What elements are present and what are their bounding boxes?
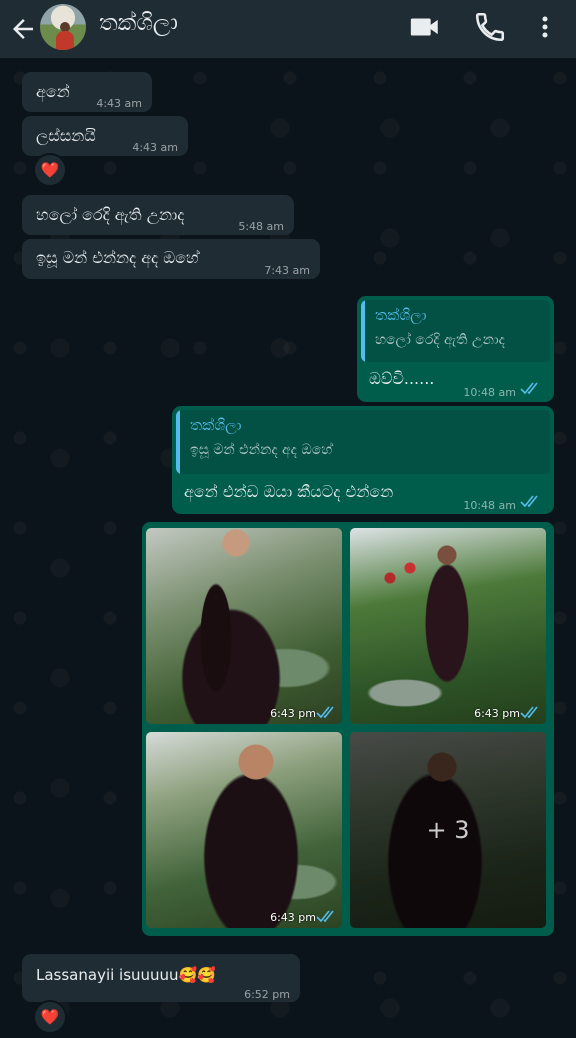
quoted-sender: තක්ශිලා bbox=[375, 306, 427, 324]
message-text: හලෝ රෙදි ඇති උනාද bbox=[36, 205, 185, 224]
message-text: ලස්සනයි bbox=[36, 126, 96, 145]
message-time: 6:52 pm bbox=[244, 988, 290, 1001]
photo-thumbnail-more[interactable]: + 3 bbox=[350, 732, 546, 928]
photo-thumbnail[interactable]: 6:43 pm bbox=[350, 528, 546, 724]
heart-icon: ❤️ bbox=[40, 161, 60, 179]
back-arrow-icon[interactable] bbox=[8, 14, 38, 44]
photo-thumbnail[interactable]: 6:43 pm bbox=[146, 528, 342, 724]
message-time: 5:48 am bbox=[238, 220, 284, 233]
message-outgoing[interactable]: තක්ශිලා ඉසූ මන් එන්නද අද ඔහේ අනේ එන්ඩ ඔය… bbox=[172, 406, 554, 514]
message-incoming[interactable]: ලස්සනයි 4:43 am bbox=[22, 116, 188, 156]
heart-reaction[interactable]: ❤️ bbox=[33, 153, 67, 187]
photo-time: 6:43 pm bbox=[270, 707, 316, 720]
more-options-icon[interactable] bbox=[530, 10, 564, 44]
contact-avatar[interactable] bbox=[40, 4, 86, 50]
message-time: 10:48 am bbox=[463, 499, 516, 512]
photo-time: 6:43 pm bbox=[474, 707, 520, 720]
read-ticks-icon bbox=[520, 382, 538, 395]
message-incoming[interactable]: Lassanayii isuuuuu🥰🥰 6:52 pm bbox=[22, 954, 300, 1002]
more-photos-count: + 3 bbox=[350, 732, 546, 928]
message-text: අනේ bbox=[36, 82, 70, 101]
message-outgoing[interactable]: තක්ශිලා හලෝ රෙදි ඇති උනාද ඔව්වි...... 10… bbox=[357, 296, 554, 402]
message-incoming[interactable]: ඉසූ මන් එන්නද අද ඔහේ 7:43 am bbox=[22, 239, 320, 279]
quoted-message[interactable]: තක්ශිලා හලෝ රෙදි ඇති උනාද bbox=[361, 300, 550, 362]
quoted-text: ඉසූ මන් එන්නද අද ඔහේ bbox=[190, 442, 333, 458]
message-time: 10:48 am bbox=[463, 386, 516, 399]
read-ticks-icon bbox=[520, 495, 538, 508]
photo-time: 6:43 pm bbox=[270, 911, 316, 924]
chat-header: තක්ශිලා bbox=[0, 0, 576, 58]
message-incoming[interactable]: අනේ 4:43 am bbox=[22, 72, 152, 112]
message-text: ඉසූ මන් එන්නද අද ඔහේ bbox=[36, 248, 199, 267]
video-call-icon[interactable] bbox=[408, 10, 442, 44]
message-time: 4:43 am bbox=[132, 141, 178, 154]
heart-icon: ❤️ bbox=[40, 1008, 60, 1026]
message-time: 4:43 am bbox=[96, 97, 142, 110]
message-text: ඔව්වි...... bbox=[369, 369, 435, 388]
quoted-message[interactable]: තක්ශිලා ඉසූ මන් එන්නද අද ඔහේ bbox=[176, 410, 550, 474]
read-ticks-icon bbox=[316, 706, 334, 719]
contact-name[interactable]: තක්ශිලා bbox=[99, 8, 178, 38]
heart-reaction[interactable]: ❤️ bbox=[33, 1000, 67, 1034]
message-incoming[interactable]: හලෝ රෙදි ඇති උනාද 5:48 am bbox=[22, 195, 294, 235]
message-text: Lassanayii isuuuuu🥰🥰 bbox=[36, 966, 216, 984]
message-time: 7:43 am bbox=[264, 264, 310, 277]
voice-call-icon[interactable] bbox=[473, 10, 507, 44]
read-ticks-icon bbox=[316, 910, 334, 923]
message-text: අනේ එන්ඩ ඔයා කීයටද එන්නෙ bbox=[184, 482, 394, 501]
photo-album-message[interactable]: 6:43 pm 6:43 pm 6:43 pm + 3 bbox=[142, 522, 554, 936]
quoted-sender: තක්ශිලා bbox=[190, 416, 242, 434]
quoted-text: හලෝ රෙදි ඇති උනාද bbox=[375, 332, 505, 348]
photo-thumbnail[interactable]: 6:43 pm bbox=[146, 732, 342, 928]
read-ticks-icon bbox=[520, 706, 538, 719]
